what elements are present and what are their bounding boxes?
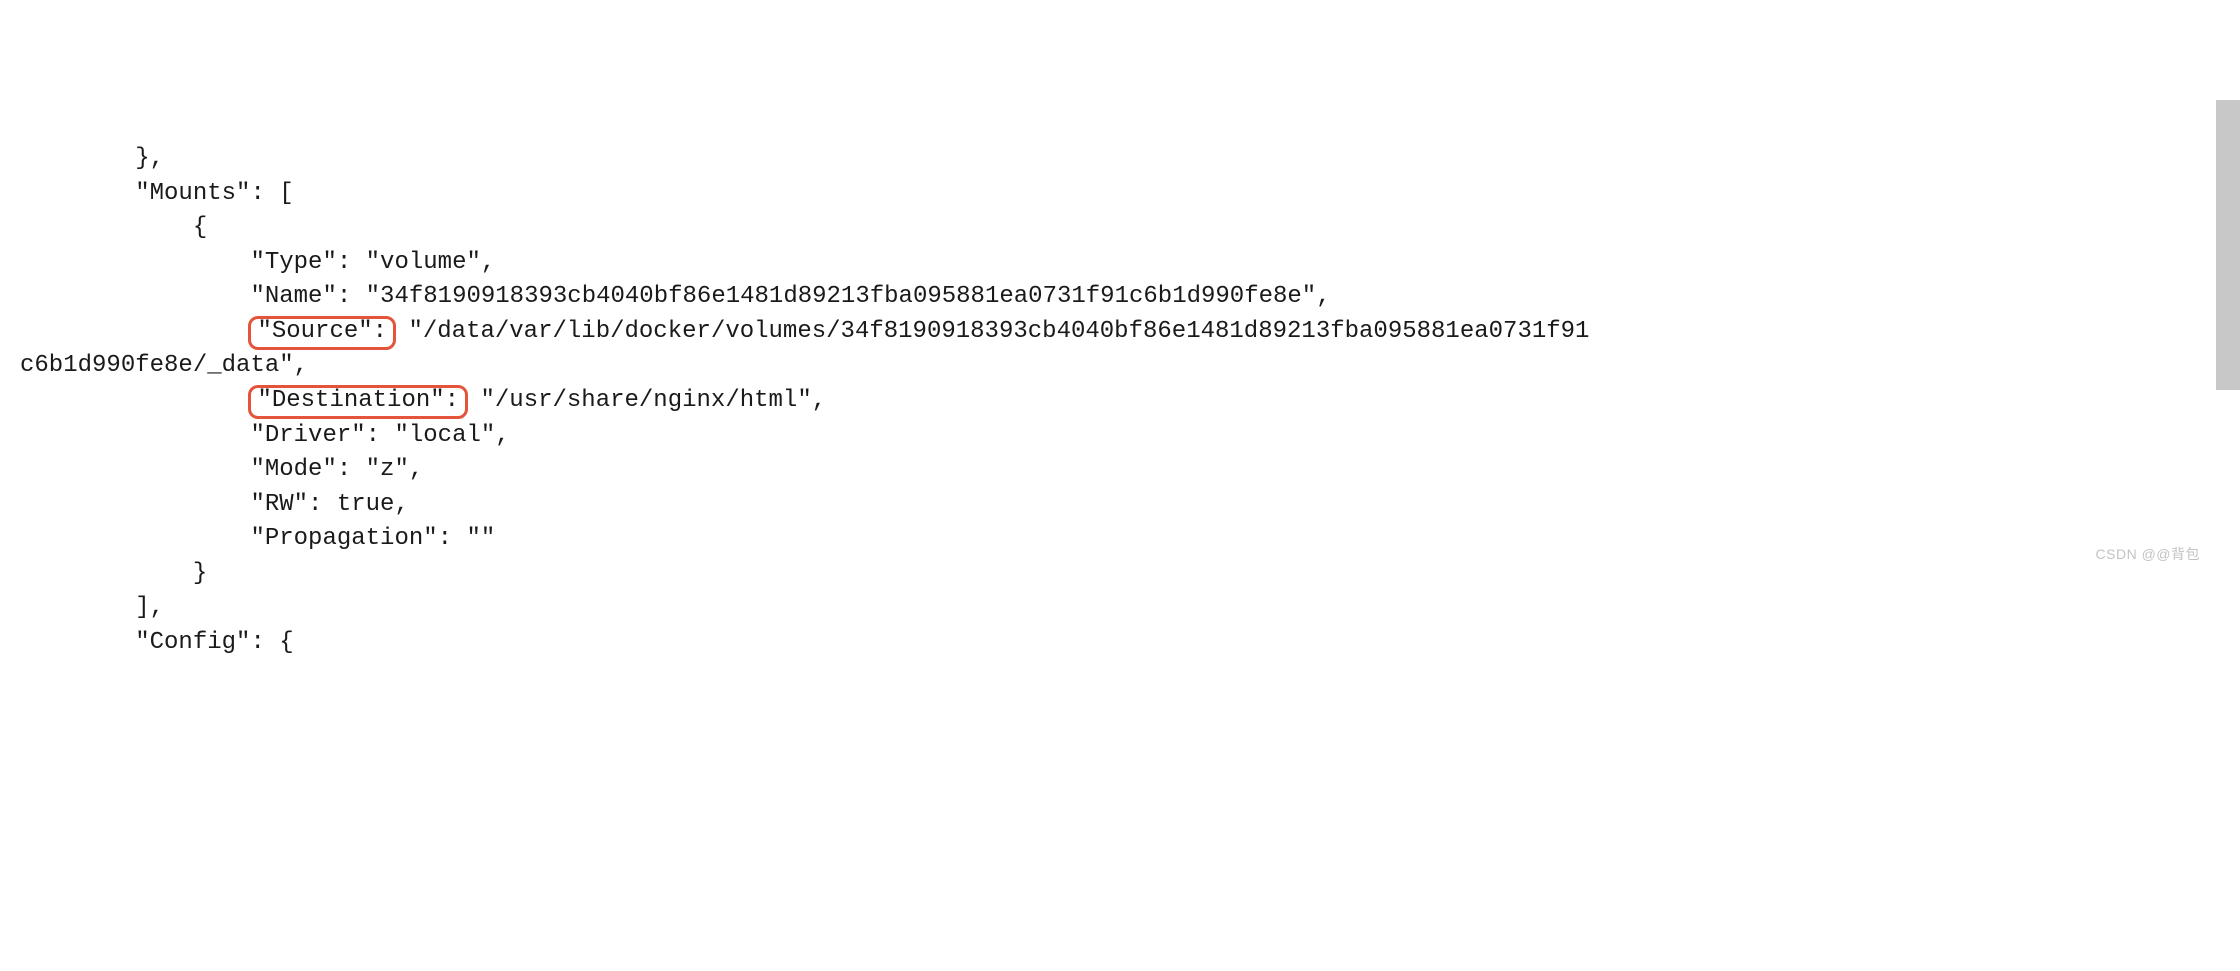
watermark-text: CSDN @@背包 [2096, 544, 2200, 564]
json-key-destination: "Destination": [257, 387, 459, 414]
code-line: "Propagation": "" [20, 525, 495, 552]
code-line: } [20, 560, 207, 587]
json-key-source: "Source": [257, 318, 387, 345]
code-line: }, [20, 145, 164, 172]
code-line: "RW": true, [20, 491, 409, 518]
code-line: ], [20, 594, 164, 621]
code-line: "Driver": "local", [20, 422, 510, 449]
code-line: "Type": "volume", [20, 249, 495, 276]
highlight-source-key: "Source": [248, 316, 396, 350]
json-code-block: }, "Mounts": [ { "Type": "volume", "Name… [20, 142, 2240, 660]
code-line: "Name": "34f8190918393cb4040bf86e1481d89… [20, 283, 1331, 310]
highlight-destination-key: "Destination": [248, 385, 468, 419]
code-line: "Config": { [20, 629, 294, 656]
code-indent [20, 318, 250, 345]
scrollbar-track[interactable] [2216, 0, 2240, 570]
code-line: "Mounts": [ [20, 180, 294, 207]
json-value-source-wrap: c6b1d990fe8e/_data", [20, 352, 308, 379]
json-value-destination: "/usr/share/nginx/html", [466, 387, 826, 414]
code-line: { [20, 214, 207, 241]
scrollbar-thumb[interactable] [2216, 100, 2240, 390]
code-indent [20, 387, 250, 414]
json-value-source: "/data/var/lib/docker/volumes/34f8190918… [394, 318, 1589, 345]
code-line: "Mode": "z", [20, 456, 423, 483]
